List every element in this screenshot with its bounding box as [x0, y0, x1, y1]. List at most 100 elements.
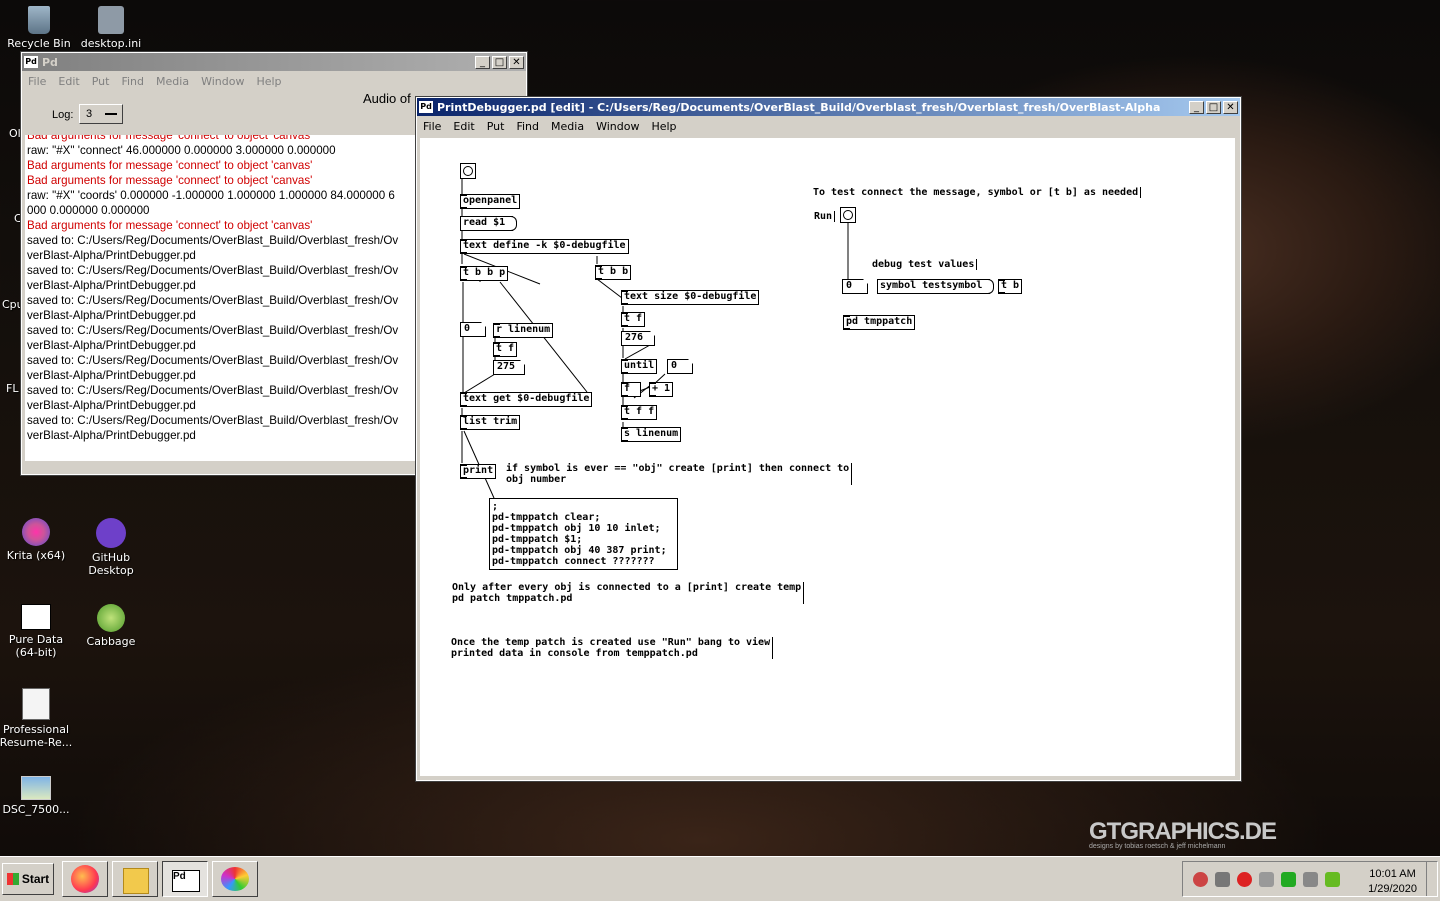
resume-doc-icon[interactable]: Professional Resume-Re... — [0, 688, 75, 749]
tray-nvidia-icon[interactable] — [1325, 872, 1340, 887]
pd-title-bar[interactable]: Pd Pd _ □ ✕ — [22, 53, 526, 71]
patch-title-bar[interactable]: Pd PrintDebugger.pd [edit] - C:/Users/Re… — [417, 98, 1240, 116]
number-box[interactable]: 275 — [493, 360, 525, 375]
maximize-button[interactable]: □ — [1206, 100, 1221, 114]
start-label: Start — [21, 872, 50, 886]
menu-find[interactable]: Find — [510, 120, 545, 133]
tray-safely-remove-icon[interactable] — [1281, 872, 1296, 887]
send-linenum-object[interactable]: s linenum — [621, 427, 682, 442]
list-trim-object[interactable]: list trim — [460, 415, 521, 430]
audio-status: Audio of — [363, 91, 411, 106]
tray-sync-icon[interactable] — [1193, 872, 1208, 887]
menu-edit[interactable]: Edit — [52, 75, 85, 88]
taskbar-pd-button[interactable]: Pd — [162, 861, 208, 897]
desktop-ini-icon[interactable]: desktop.ini — [72, 6, 150, 50]
text-define-object[interactable]: text define -k $0-debugfile — [460, 239, 629, 254]
plus-one-object[interactable]: + 1 — [649, 382, 674, 397]
console-line: raw: "#X" 'connect' 46.000000 0.000000 3… — [27, 144, 336, 157]
patch-canvas[interactable]: openpanel read $1 text define -k $0-debu… — [420, 138, 1235, 776]
desktop-icon-label: DSC_7500... — [2, 803, 70, 816]
cabbage-icon[interactable]: Cabbage — [72, 604, 150, 648]
tray-network-icon[interactable] — [1303, 872, 1318, 887]
close-button[interactable]: ✕ — [509, 55, 524, 69]
text-size-object[interactable]: text size $0-debugfile — [621, 290, 760, 305]
taskbar-explorer-button[interactable] — [112, 861, 158, 897]
show-desktop-button[interactable] — [1426, 862, 1437, 896]
float-object[interactable]: f — [621, 382, 641, 397]
console-error-line: Bad arguments for message 'connect' to o… — [27, 219, 313, 232]
menu-media[interactable]: Media — [150, 75, 195, 88]
tray-antivirus-icon[interactable] — [1237, 872, 1252, 887]
number-box[interactable]: 276 — [621, 331, 655, 346]
console-error-line: Bad arguments for message 'connect' to o… — [27, 135, 313, 142]
menu-put[interactable]: Put — [481, 120, 511, 133]
github-logo-icon — [96, 518, 126, 548]
photo-file-icon[interactable]: DSC_7500... — [0, 776, 75, 816]
console-line: verBlast-Alpha/PrintDebugger.pd — [27, 249, 196, 262]
menu-window[interactable]: Window — [195, 75, 250, 88]
trigger-float-object[interactable]: t f — [621, 312, 646, 327]
github-desktop-icon[interactable]: GitHub Desktop — [72, 518, 150, 577]
minimize-button[interactable]: _ — [1189, 100, 1204, 114]
taskbar-firefox-button[interactable] — [62, 861, 108, 897]
patch-window[interactable]: Pd PrintDebugger.pd [edit] - C:/Users/Re… — [415, 96, 1242, 782]
dropdown-indicator-icon — [105, 113, 117, 115]
pure-data-icon[interactable]: Pure Data (64-bit) — [0, 604, 75, 659]
receive-linenum-object[interactable]: r linenum — [493, 323, 554, 338]
console-line: verBlast-Alpha/PrintDebugger.pd — [27, 369, 196, 382]
pd-tmppatch-subpatch[interactable]: pd tmppatch — [843, 315, 916, 330]
minimize-button[interactable]: _ — [475, 55, 490, 69]
pd-app-icon: Pd — [419, 101, 433, 113]
tray-volume-icon[interactable] — [1259, 872, 1274, 887]
recycle-bin-icon[interactable]: Recycle Bin — [0, 6, 78, 50]
trigger-bb-object[interactable]: t b b — [595, 265, 632, 280]
number-box[interactable]: 0 — [667, 359, 693, 374]
menu-window[interactable]: Window — [590, 120, 645, 133]
maximize-button[interactable]: □ — [492, 55, 507, 69]
menu-help[interactable]: Help — [645, 120, 682, 133]
partial-desktop-label: FL — [6, 382, 19, 395]
log-level-select[interactable]: 3 — [79, 104, 123, 124]
menu-media[interactable]: Media — [545, 120, 590, 133]
taskbar-paint-button[interactable] — [212, 861, 258, 897]
menu-help[interactable]: Help — [250, 75, 287, 88]
test-connect-comment: To test connect the message, symbol or [… — [813, 187, 1142, 198]
print-object[interactable]: print — [460, 464, 497, 479]
until-object[interactable]: until — [621, 359, 658, 374]
console-line: verBlast-Alpha/PrintDebugger.pd — [27, 279, 196, 292]
close-button[interactable]: ✕ — [1223, 100, 1238, 114]
tray-clock[interactable]: 10:01 AM 1/29/2020 — [1368, 868, 1417, 896]
bang-openpanel-trigger[interactable] — [460, 163, 476, 179]
krita-logo-icon — [22, 518, 50, 546]
symbol-testsymbol-message[interactable]: symbol testsymbol — [877, 279, 995, 294]
start-button[interactable]: Start — [2, 863, 54, 895]
menu-find[interactable]: Find — [115, 75, 150, 88]
paint-palette-icon — [221, 867, 249, 891]
openpanel-object[interactable]: openpanel — [460, 194, 521, 209]
menu-edit[interactable]: Edit — [447, 120, 480, 133]
console-line: saved to: C:/Users/Reg/Documents/OverBla… — [27, 264, 399, 277]
trigger-ff-object[interactable]: t f f — [621, 405, 658, 420]
bang-run-button[interactable] — [840, 207, 856, 223]
tmppatch-message[interactable]: ; pd-tmppatch clear; pd-tmppatch obj 10 … — [489, 498, 678, 570]
console-line: verBlast-Alpha/PrintDebugger.pd — [27, 399, 196, 412]
trigger-bang-object[interactable]: t b — [998, 279, 1023, 294]
menu-file[interactable]: File — [22, 75, 52, 88]
gear-file-icon — [98, 6, 124, 34]
console-line: verBlast-Alpha/PrintDebugger.pd — [27, 339, 196, 352]
console-line: verBlast-Alpha/PrintDebugger.pd — [27, 429, 196, 442]
desktop-icon-label: desktop.ini — [80, 37, 142, 50]
menu-file[interactable]: File — [417, 120, 447, 133]
number-box[interactable]: 0 — [460, 322, 486, 337]
console-line: saved to: C:/Users/Reg/Documents/OverBla… — [27, 354, 399, 367]
pd-console[interactable]: Bad arguments for message 'connect' to o… — [25, 135, 419, 461]
tray-flag-icon[interactable] — [1215, 872, 1230, 887]
read-message[interactable]: read $1 — [460, 216, 518, 231]
trigger-bbp-object[interactable]: t b b p — [460, 266, 509, 281]
number-box[interactable]: 0 — [842, 279, 868, 294]
text-get-object[interactable]: text get $0-debugfile — [460, 392, 593, 407]
krita-icon[interactable]: Krita (x64) — [0, 518, 75, 562]
menu-put[interactable]: Put — [86, 75, 116, 88]
cabbage-logo-icon — [97, 604, 125, 632]
trigger-float-object[interactable]: t f — [493, 342, 518, 357]
